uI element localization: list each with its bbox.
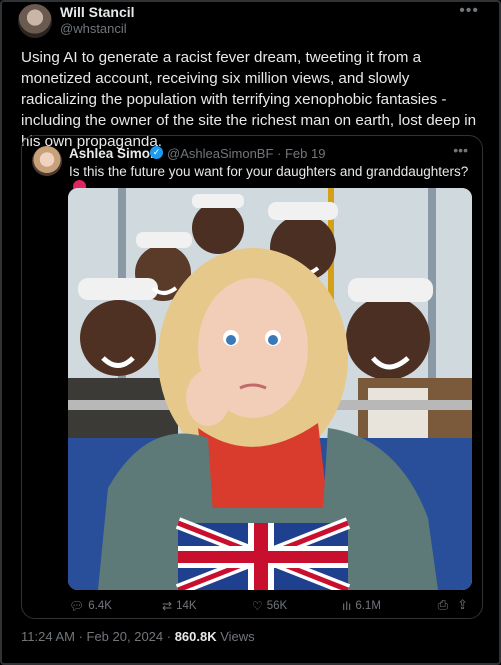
share-icon[interactable]: ⇪ bbox=[457, 597, 468, 613]
reply-icon: 💬︎ bbox=[69, 599, 85, 613]
tweet-meta: 11:24 AM · Feb 20, 2024 · 860.8K Views bbox=[21, 629, 255, 644]
heart-icon: ♡ bbox=[252, 599, 263, 613]
quoted-tweet-image[interactable] bbox=[68, 188, 472, 590]
views-label: Views bbox=[216, 629, 255, 644]
retweet-count: 14K bbox=[176, 600, 197, 612]
more-dots-icon[interactable]: ••• bbox=[459, 2, 479, 20]
more-dots-icon[interactable]: ••• bbox=[453, 142, 468, 158]
retweet-icon: ⇄ bbox=[162, 599, 173, 613]
timestamp[interactable]: 11:24 AM · Feb 20, 2024 · bbox=[21, 629, 175, 644]
reply-button[interactable]: 💬︎ 6.4K bbox=[69, 599, 112, 613]
quoted-tweet[interactable]: Ashlea Simon ✓ @AshleaSimonBF · Feb 19 •… bbox=[21, 135, 483, 619]
quoted-author-avatar[interactable] bbox=[32, 146, 62, 176]
bar-chart-icon: ılı bbox=[342, 599, 352, 613]
like-count: 56K bbox=[266, 600, 288, 612]
quoted-text: Is this the future you want for your dau… bbox=[69, 164, 469, 179]
author-name[interactable]: Will Stancil bbox=[60, 4, 135, 20]
retweet-button[interactable]: ⇄ 14K bbox=[162, 599, 197, 613]
views-count: 6.1M bbox=[355, 600, 381, 612]
like-button[interactable]: ♡ 56K bbox=[252, 599, 287, 613]
quoted-author-name[interactable]: Ashlea Simon bbox=[69, 146, 158, 161]
author-handle[interactable]: @whstancil bbox=[60, 21, 127, 36]
bookmark-icon[interactable]: ⎙ bbox=[438, 597, 448, 613]
reply-count: 6.4K bbox=[88, 600, 112, 612]
author-avatar[interactable] bbox=[18, 4, 52, 38]
verified-badge-icon: ✓ bbox=[150, 146, 163, 159]
quoted-author-handle-date[interactable]: @AshleaSimonBF · Feb 19 bbox=[167, 146, 325, 161]
views-button[interactable]: ılı 6.1M bbox=[342, 599, 381, 613]
illustration bbox=[68, 188, 472, 590]
views-total: 860.8K bbox=[174, 629, 217, 644]
